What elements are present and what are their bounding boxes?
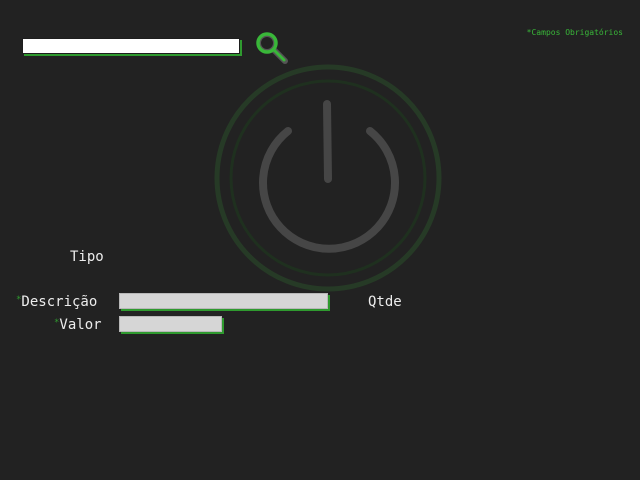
tipo-label: Tipo <box>70 249 104 265</box>
descricao-label: Descrição <box>21 294 98 310</box>
descricao-field[interactable] <box>119 293 328 309</box>
descricao-label-group: *Descrição <box>16 294 97 310</box>
valor-field[interactable] <box>119 316 222 332</box>
power-icon <box>214 64 442 292</box>
valor-label-group: *Valor <box>54 317 102 333</box>
valor-label: Valor <box>59 317 102 333</box>
qtde-label: Qtde <box>368 294 402 310</box>
required-fields-note: *Campos Obrigatórios <box>526 28 623 37</box>
required-marker: * <box>16 295 22 305</box>
required-marker: * <box>54 318 60 328</box>
search-input[interactable] <box>22 38 240 54</box>
